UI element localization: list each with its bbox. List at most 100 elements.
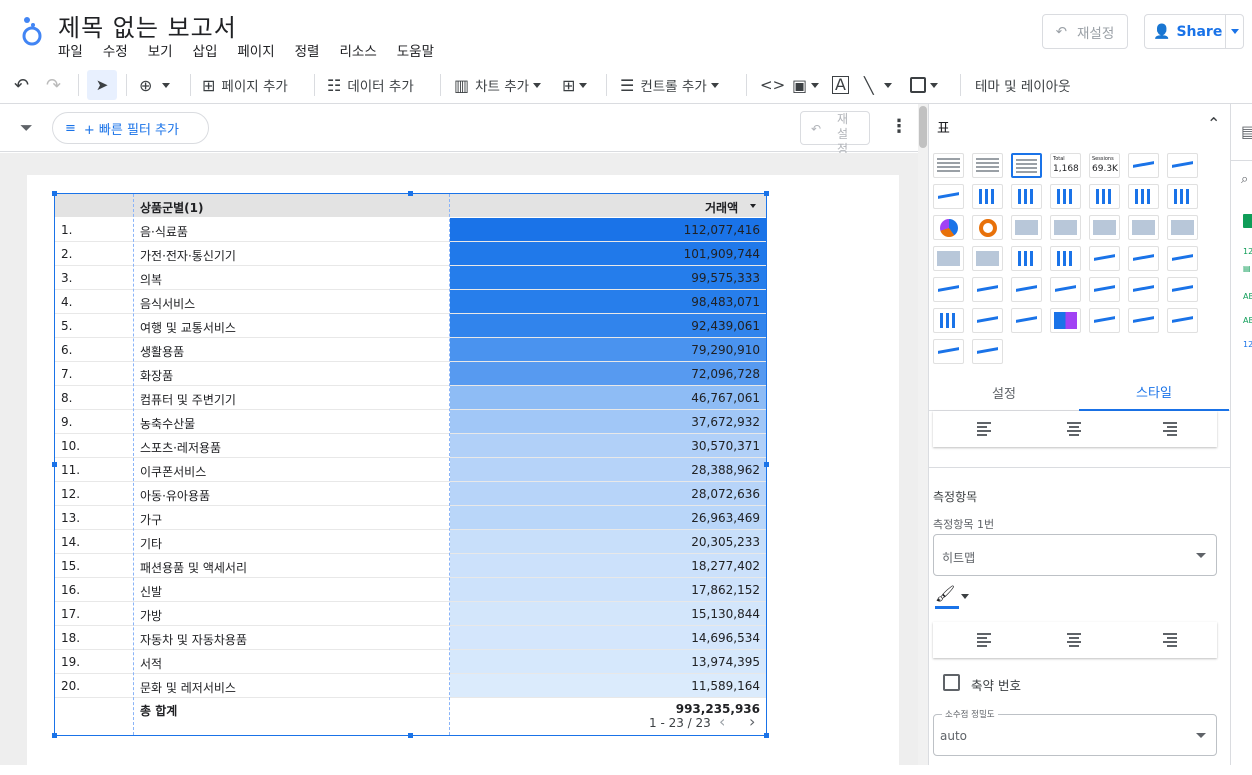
smooth-line-icon[interactable]	[1128, 246, 1159, 271]
stacked-column-icon[interactable]	[1011, 184, 1042, 209]
combo-chart-icon[interactable]	[1011, 246, 1042, 271]
menu-resource[interactable]: 리소스	[339, 40, 376, 60]
bubble-chart-icon[interactable]	[1128, 277, 1159, 302]
scatter-icon[interactable]	[1089, 277, 1120, 302]
column-header-category[interactable]: 상품군별(1)	[140, 199, 203, 216]
canvas-scrollbar[interactable]	[918, 104, 928, 765]
add-chart-button[interactable]: ▥ 차트 추가	[454, 66, 542, 104]
scorecard-compact-icon[interactable]: Sessions 69.3K	[1089, 153, 1120, 178]
candlestick-icon[interactable]	[1167, 246, 1198, 271]
image-button[interactable]: ▣	[792, 66, 820, 104]
100-column-icon[interactable]	[1050, 184, 1081, 209]
pivot-table-icon[interactable]	[1167, 277, 1198, 302]
looker-studio-logo-icon[interactable]	[18, 14, 46, 48]
waterfall-icon[interactable]	[933, 339, 964, 364]
treemap-icon[interactable]	[1050, 308, 1081, 333]
filter-icon[interactable]: ⏷	[20, 118, 33, 138]
100-bar-icon[interactable]	[1167, 184, 1198, 209]
search-icon[interactable]: ⌕	[1241, 172, 1248, 187]
google-maps-icon[interactable]	[1089, 215, 1120, 240]
candlestick-alt-icon[interactable]	[933, 277, 964, 302]
stacked-combo-icon[interactable]	[1050, 246, 1081, 271]
menu-page[interactable]: 페이지	[237, 40, 274, 60]
share-button[interactable]: 👤 Share	[1144, 14, 1244, 49]
canvas-scrollbar-thumb[interactable]	[919, 106, 927, 148]
column-header-value[interactable]: 거래액	[705, 199, 738, 216]
more-vert-icon[interactable]: ⋮	[890, 116, 908, 137]
add-quick-filter-button[interactable]: ≡ + 빠른 필터 추가	[52, 112, 209, 144]
100-area-icon[interactable]	[1050, 277, 1081, 302]
sort-desc-icon[interactable]	[750, 204, 756, 208]
table-bars-icon[interactable]	[972, 153, 1003, 178]
google-maps-filled-icon[interactable]	[933, 246, 964, 271]
pie-chart-icon[interactable]	[933, 215, 964, 240]
menu-edit[interactable]: 수정	[103, 40, 128, 60]
text-icon[interactable]: A	[832, 66, 849, 104]
zoom-button[interactable]: ⊕	[139, 66, 171, 104]
community-viz-button[interactable]: ⊞	[562, 66, 588, 104]
select-tool-icon[interactable]: ➤	[87, 70, 117, 100]
resize-handle[interactable]	[408, 733, 413, 738]
fill-color-icon[interactable]: 🖌	[935, 584, 970, 603]
tab-style[interactable]: 스타일	[1079, 374, 1229, 411]
tab-setup[interactable]: 설정	[929, 374, 1079, 411]
chevron-up-icon[interactable]: ⌃	[1207, 114, 1220, 133]
resize-handle[interactable]	[408, 191, 413, 196]
resize-handle[interactable]	[52, 462, 57, 467]
code-embed-icon[interactable]: <>	[760, 66, 785, 104]
sparkline-icon[interactable]	[1167, 153, 1198, 178]
timeline-icon[interactable]	[972, 339, 1003, 364]
redo-icon[interactable]: ↷	[46, 66, 61, 104]
menu-help[interactable]: 도움말	[397, 40, 434, 60]
align-center-icon[interactable]	[1067, 633, 1081, 647]
undo-icon[interactable]: ↶	[14, 66, 29, 104]
bar-chart-icon[interactable]	[1089, 184, 1120, 209]
area-chart-icon[interactable]	[972, 277, 1003, 302]
prev-page-icon[interactable]: ‹	[719, 712, 725, 731]
align-center-icon[interactable]	[1067, 422, 1081, 436]
theme-layout-button[interactable]: 테마 및 레이아웃	[975, 66, 1071, 104]
geo-bubble-icon[interactable]	[972, 246, 1003, 271]
stacked-area-icon[interactable]	[1011, 277, 1042, 302]
line-button[interactable]: ╲	[864, 66, 892, 104]
report-title[interactable]: 제목 없는 보고서	[58, 8, 237, 43]
data-panel-icon[interactable]: ▤	[1241, 122, 1252, 141]
donut-chart-icon[interactable]	[972, 215, 1003, 240]
table-chart[interactable]: 상품군별(1) 거래액 1. 음·식료품 112,077,416 2. 가전·전자·통신…	[54, 193, 767, 736]
resize-handle[interactable]	[764, 191, 769, 196]
resize-handle[interactable]	[764, 462, 769, 467]
filter-reset-button[interactable]: ↶ 재설정	[800, 111, 870, 156]
add-control-button[interactable]: ☰ 컨트롤 추가	[620, 66, 719, 104]
sankey-icon[interactable]	[1089, 308, 1120, 333]
add-page-button[interactable]: ⊞ 페이지 추가	[202, 66, 288, 104]
next-page-icon[interactable]: ›	[749, 712, 755, 731]
compact-numbers-checkbox[interactable]	[943, 674, 960, 691]
resize-handle[interactable]	[52, 733, 57, 738]
google-maps-line-icon[interactable]	[1128, 215, 1159, 240]
align-left-icon[interactable]	[977, 633, 991, 647]
pivot-heatmap-icon[interactable]	[972, 308, 1003, 333]
menu-view[interactable]: 보기	[148, 40, 173, 60]
bullet-chart-icon[interactable]	[1011, 308, 1042, 333]
menu-arrange[interactable]: 정렬	[295, 40, 320, 60]
reset-button[interactable]: ↶ 재설정	[1042, 14, 1128, 49]
decimal-precision-select[interactable]: 소수점 정밀도 auto	[933, 708, 1217, 756]
gauge-progress-icon[interactable]	[1167, 308, 1198, 333]
resize-handle[interactable]	[764, 733, 769, 738]
line-chart-icon[interactable]	[933, 184, 964, 209]
geo-map-icon[interactable]	[1011, 215, 1042, 240]
align-left-icon[interactable]	[977, 422, 991, 436]
geo-map-filled-icon[interactable]	[1050, 215, 1081, 240]
menu-file[interactable]: 파일	[58, 40, 83, 60]
align-right-icon[interactable]	[1163, 422, 1177, 436]
time-series-icon[interactable]	[1128, 153, 1159, 178]
stacked-bar-icon[interactable]	[1128, 184, 1159, 209]
pivot-bars-icon[interactable]	[933, 308, 964, 333]
chevron-down-icon[interactable]	[1231, 29, 1239, 34]
line-multi-icon[interactable]	[1089, 246, 1120, 271]
align-right-icon[interactable]	[1163, 633, 1177, 647]
add-data-button[interactable]: ☷ 데이터 추가	[327, 66, 414, 104]
table-icon[interactable]	[933, 153, 964, 178]
resize-handle[interactable]	[52, 191, 57, 196]
table-heatmap-icon[interactable]	[1011, 153, 1042, 178]
